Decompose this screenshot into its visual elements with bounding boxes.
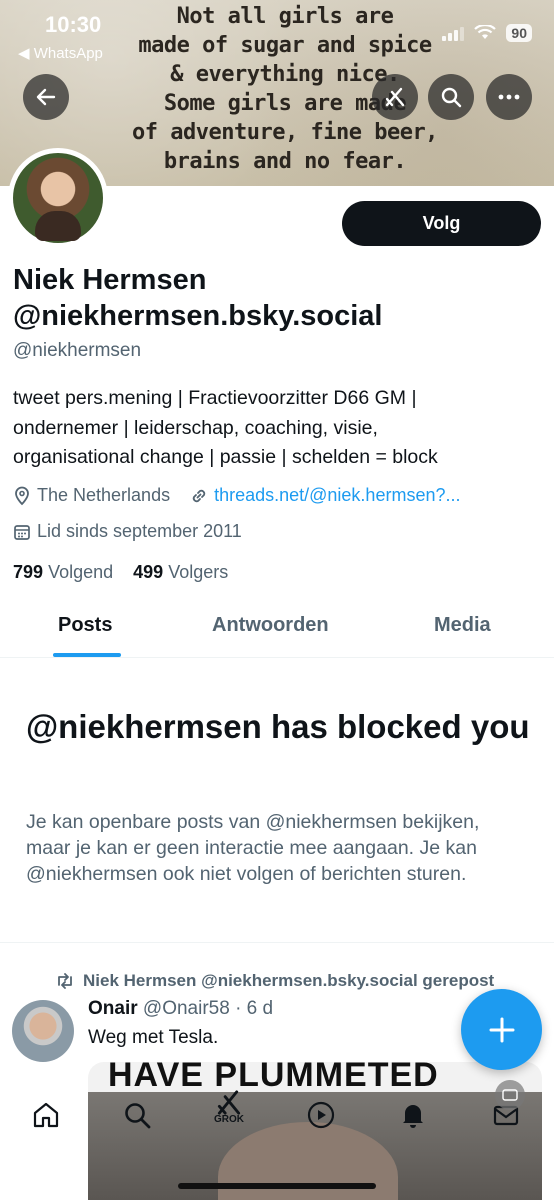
followers-label: Volgers	[168, 562, 229, 582]
compose-button[interactable]	[461, 989, 542, 1070]
more-icon	[498, 94, 520, 100]
repost-label: Niek Hermsen @niekhermsen.bsky.social ge…	[83, 971, 495, 990]
profile-display-handle: @niekhermsen.bsky.social	[13, 300, 383, 332]
battery-indicator: 90	[506, 24, 532, 42]
bio-line: ondernemer | leiderschap, coaching, visi…	[13, 416, 378, 439]
divider	[0, 942, 554, 943]
profile-handle: @niekhermsen	[13, 340, 142, 361]
link-icon	[190, 487, 208, 505]
grok-icon	[385, 87, 405, 107]
tab-media[interactable]: Media	[434, 614, 491, 637]
signal-icon	[442, 25, 465, 41]
grok-label: GROK	[214, 1114, 244, 1125]
home-indicator	[178, 1183, 376, 1189]
more-options-button[interactable]	[486, 74, 532, 120]
back-button[interactable]	[23, 74, 69, 120]
grok-button[interactable]	[372, 74, 418, 120]
following-link[interactable]: 799 Volgend	[13, 562, 113, 582]
profile-joined-row: Lid sinds september 2011	[13, 521, 242, 542]
wifi-icon	[474, 25, 497, 39]
following-label: Volgend	[48, 562, 114, 582]
active-tab-indicator	[53, 653, 121, 657]
tab-antwoorden[interactable]: Antwoorden	[212, 614, 329, 637]
plus-icon	[489, 1017, 514, 1042]
followers-link[interactable]: 499 Volgers	[133, 562, 228, 582]
post-text: Weg met Tesla.	[88, 1027, 219, 1048]
profile-link[interactable]: threads.net/@niek.hermsen?...	[214, 485, 460, 506]
profile-bio: tweet pers.mening | Fractievoorzitter D6…	[13, 384, 543, 473]
bio-line: organisational change | passie | schelde…	[13, 446, 438, 468]
nav-home[interactable]	[28, 1097, 64, 1133]
nav-notifications[interactable]	[395, 1097, 431, 1133]
status-back-to-app[interactable]: ◀ WhatsApp	[18, 44, 103, 62]
profile-tabs: Posts Antwoorden Media	[0, 600, 554, 658]
tab-posts[interactable]: Posts	[58, 614, 112, 637]
status-time: 10:30	[45, 12, 102, 37]
location-pin-icon	[13, 486, 31, 506]
status-icons: 90	[442, 24, 532, 42]
calendar-icon	[13, 523, 31, 541]
nav-grok[interactable]: GROK	[211, 1089, 247, 1125]
profile-avatar[interactable]	[8, 148, 108, 248]
followers-count: 499	[133, 562, 164, 582]
post-author-name: Onair	[88, 998, 138, 1019]
follow-button[interactable]: Volg	[342, 201, 541, 246]
post-author[interactable]: Onair @Onair58 · 6 d	[88, 998, 273, 1020]
captions-icon[interactable]	[495, 1080, 525, 1110]
repost-icon	[58, 973, 72, 989]
bottom-navigation: GROK	[0, 1085, 554, 1147]
profile-name: Niek Hermsen	[13, 264, 207, 296]
grok-icon	[217, 1090, 241, 1115]
bell-icon	[403, 1105, 423, 1128]
nav-search[interactable]	[119, 1097, 155, 1133]
profile-location: The Netherlands	[37, 485, 171, 505]
search-icon	[441, 87, 462, 108]
profile-meta-row: The Netherlands threads.net/@niek.hermse…	[13, 485, 460, 506]
play-icon	[307, 1101, 335, 1129]
home-icon	[33, 1102, 59, 1128]
bio-line: tweet pers.mening | Fractievoorzitter D6…	[13, 387, 417, 409]
following-count: 799	[13, 562, 44, 582]
back-arrow-icon	[36, 88, 56, 106]
nav-video[interactable]	[303, 1097, 339, 1133]
search-icon	[125, 1103, 151, 1129]
follow-counts: 799 Volgend 499 Volgers	[13, 562, 228, 583]
repost-indicator[interactable]: Niek Hermsen @niekhermsen.bsky.social ge…	[55, 971, 494, 991]
blocked-title: @niekhermsen has blocked you	[26, 708, 530, 745]
post-author-avatar[interactable]	[12, 1000, 74, 1062]
search-button[interactable]	[428, 74, 474, 120]
post-author-handle-time: @Onair58 · 6 d	[142, 998, 274, 1019]
profile-joined: Lid sinds september 2011	[37, 521, 242, 541]
blocked-description: Je kan openbare posts van @niekhermsen b…	[26, 811, 480, 885]
